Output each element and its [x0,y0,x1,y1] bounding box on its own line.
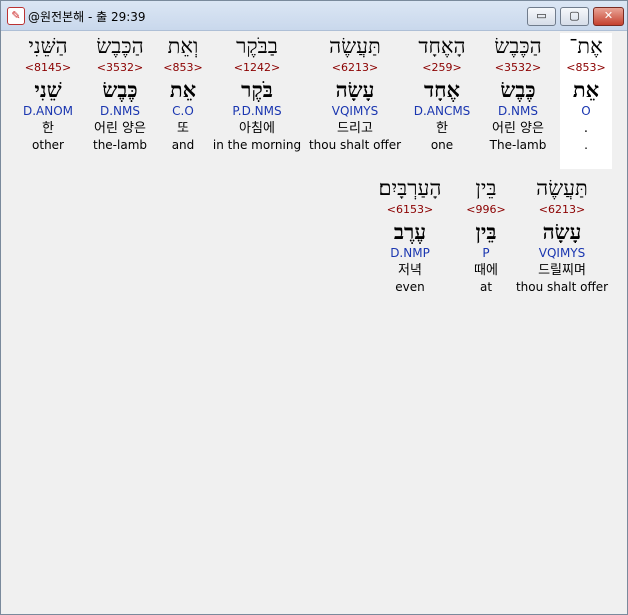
maximize-button[interactable]: ▢ [560,7,589,26]
korean-gloss: 드릴찌며 [538,263,586,278]
hebrew-word: הָעַרְבָּיִם׃ [378,176,442,200]
english-gloss: even [395,280,425,294]
parsing: VQIMYS [538,246,586,260]
lemma: כֶּבֶשׂ [500,77,536,102]
parsing: D.NMS [99,104,140,118]
hebrew-word: הַכֶּבֶשׂ [494,34,542,58]
english-gloss: thou shalt offer [308,138,402,152]
close-button[interactable]: ✕ [593,7,624,26]
strong-number[interactable]: <8145> [15,61,81,77]
strong-number[interactable]: <6213> [515,203,609,219]
word-cell[interactable]: תַּעֲשֶׂה <6213> עָשָׂה VQIMYS 드릴찌며 thou… [515,175,609,311]
word-cell[interactable]: הָאֶחָד <259> אֶחָד D.ANCMS 한 one [407,33,477,169]
korean-gloss: 아침에 [239,121,275,136]
lemma: אֵת [572,77,600,102]
minimize-icon: ▭ [536,9,547,22]
word-cell[interactable]: הַכֶּבֶשׂ <3532> כֶּבֶשׂ D.NMS 어린 양은 The… [482,33,554,169]
app-window: ✎ @원전본해 - 출 29:39 ▭ ▢ ✕ אֶת־ <853> אֵת O… [0,0,628,615]
strong-number[interactable]: <259> [407,61,477,77]
lemma: עֶרֶב [393,219,427,244]
close-icon: ✕ [603,9,614,22]
korean-gloss: 저녁 [398,263,422,278]
title-bar[interactable]: ✎ @원전본해 - 출 29:39 ▭ ▢ ✕ [1,1,627,31]
lemma: אֵת [169,77,197,102]
english-gloss: thou shalt offer [515,280,609,294]
strong-number[interactable]: <6153> [365,203,455,219]
parsing: O [581,104,591,118]
word-cell[interactable]: בַבֹּקֶר <1242> בֹּקֶר P.D.NMS 아침에 in th… [211,33,303,169]
hebrew-word: בַבֹּקֶר [236,34,278,58]
hebrew-word: אֶת־ [569,34,603,58]
parsing: C.O [172,104,194,118]
english-gloss: . [584,138,588,152]
korean-gloss: 또 [177,121,189,136]
parsing: D.ANOM [22,104,74,118]
word-cell[interactable]: וְאֵת <853> אֵת C.O 또 and [159,33,207,169]
strong-number[interactable]: <1242> [211,61,303,77]
word-cell[interactable]: תַּעֲשֶׂה <6213> עָשָׂה VQIMYS 드리고 thou … [307,33,403,169]
minimize-button[interactable]: ▭ [527,7,556,26]
korean-gloss: 어린 양은 [492,121,544,136]
word-cell[interactable]: הָעַרְבָּיִם׃ <6153> עֶרֶב D.NMP 저녁 even [365,175,455,311]
english-gloss: in the morning [212,138,302,152]
hebrew-word: הָאֶחָד [418,34,466,58]
maximize-icon: ▢ [569,9,580,22]
hebrew-word: בֵּין [475,176,497,200]
lemma: עָשָׂה [542,219,582,244]
lemma: עָשָׂה [335,77,375,102]
parsing: D.NMS [497,104,538,118]
korean-gloss: 한 [436,121,448,136]
interlinear-panel: אֶת־ <853> אֵת O . . הַכֶּבֶשׂ <3532> כֶ… [7,33,621,609]
korean-gloss: 드리고 [337,121,373,136]
word-cell[interactable]: בֵּין <996> בֵּין P 때에 at [462,175,510,311]
english-gloss: at [479,280,493,294]
lemma: כֶּבֶשׂ [102,77,138,102]
app-logo-icon: ✎ [7,7,25,25]
lemma: שֵׁנִי [34,77,62,102]
strong-number[interactable]: <853> [560,61,612,77]
lemma: בֵּין [475,219,497,244]
english-gloss: the-lamb [92,138,148,152]
strong-number[interactable]: <3532> [482,61,554,77]
hebrew-word: הַכֶּבֶשׂ [96,34,144,58]
hebrew-word: תַּעֲשֶׂה [536,176,588,200]
english-gloss: one [430,138,454,152]
hebrew-word: הַשֵּׁנִי [28,34,68,58]
parsing: VQIMYS [331,104,379,118]
strong-number[interactable]: <6213> [307,61,403,77]
word-cell[interactable]: הַכֶּבֶשׂ <3532> כֶּבֶשׂ D.NMS 어린 양은 the… [85,33,155,169]
word-cell[interactable]: אֶת־ <853> אֵת O . . [560,33,612,169]
hebrew-word: וְאֵת [167,34,199,58]
lemma: אֶחָד [423,77,460,102]
window-title: @원전본해 - 출 29:39 [28,10,146,24]
strong-number[interactable]: <996> [462,203,510,219]
english-gloss: and [171,138,195,152]
parsing: P.D.NMS [232,104,282,118]
korean-gloss: 어린 양은 [94,121,146,136]
korean-gloss: 때에 [474,263,498,278]
english-gloss: other [32,138,64,152]
korean-gloss: . [583,121,589,136]
strong-number[interactable]: <3532> [85,61,155,77]
hebrew-word: תַּעֲשֶׂה [329,34,381,58]
lemma: בֹּקֶר [241,77,273,102]
parsing: D.NMP [390,246,430,260]
korean-gloss: 한 [42,121,54,136]
strong-number[interactable]: <853> [159,61,207,77]
parsing: D.ANCMS [413,104,471,118]
english-gloss: The-lamb [489,138,547,152]
word-cell[interactable]: הַשֵּׁנִי <8145> שֵׁנִי D.ANOM 한 other [15,33,81,169]
parsing: P [482,246,490,260]
